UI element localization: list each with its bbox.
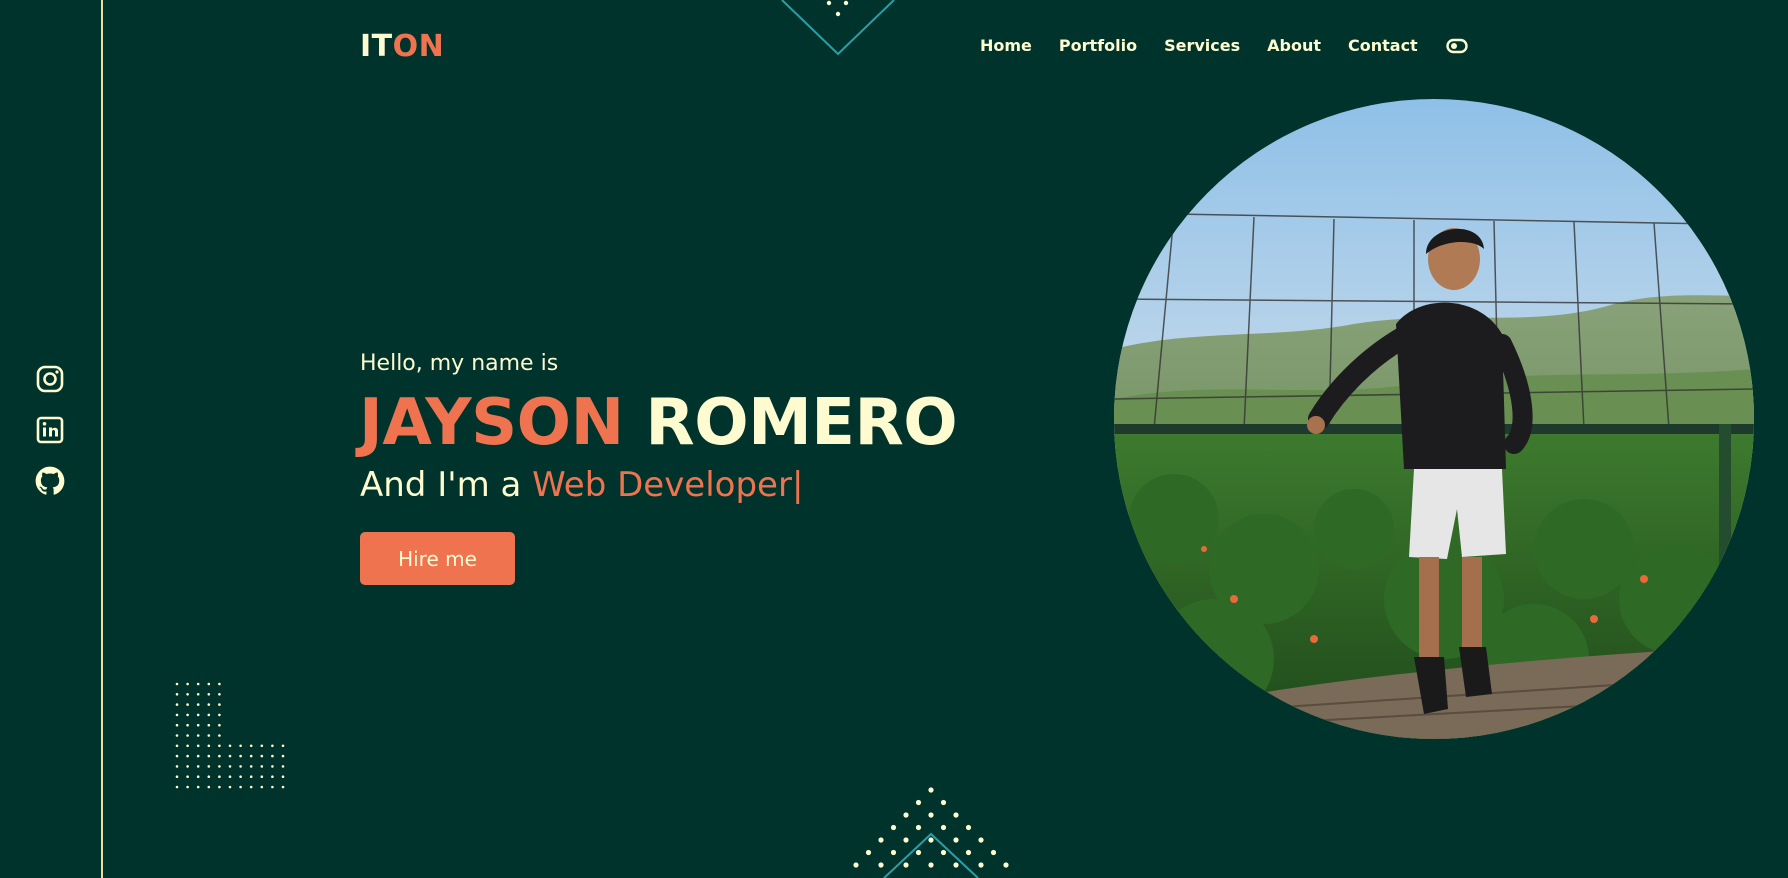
logo-part1: IT [360, 29, 393, 64]
github-icon [35, 466, 65, 495]
hero-role-line: And I'm a Web Developer| [360, 465, 803, 505]
hero-name: JAYSON ROMERO [359, 384, 958, 462]
dot-pattern-decoration [175, 682, 285, 789]
typing-cursor: | [791, 465, 804, 505]
github-link[interactable] [35, 466, 65, 496]
toggle-icon[interactable] [1446, 38, 1468, 54]
profile-photo-image [1114, 99, 1754, 739]
nav-home[interactable]: Home [980, 36, 1032, 55]
hero-role-prefix: And I'm a [360, 465, 522, 505]
hero-first-name: JAYSON [359, 386, 624, 460]
top-chevron-decoration [781, 0, 895, 56]
sidebar-divider [101, 0, 103, 878]
linkedin-icon [36, 416, 64, 444]
main-nav: Home Portfolio Services About Contact [980, 36, 1468, 55]
social-links [35, 364, 67, 496]
hero-last-name: ROMERO [645, 386, 958, 460]
instagram-icon [36, 365, 64, 393]
nav-services[interactable]: Services [1164, 36, 1240, 55]
hero-greeting: Hello, my name is [360, 351, 559, 376]
profile-photo [1114, 99, 1754, 739]
brand-logo[interactable]: ITON [360, 29, 444, 64]
nav-portfolio[interactable]: Portfolio [1059, 36, 1137, 55]
logo-part2: ON [392, 29, 445, 64]
nav-contact[interactable]: Contact [1348, 36, 1418, 55]
bottom-triangle-decoration [853, 787, 1009, 878]
hero-role: Web Developer [532, 465, 792, 505]
linkedin-link[interactable] [35, 415, 65, 445]
hire-me-button[interactable]: Hire me [360, 532, 515, 585]
nav-about[interactable]: About [1267, 36, 1321, 55]
instagram-link[interactable] [35, 364, 65, 394]
